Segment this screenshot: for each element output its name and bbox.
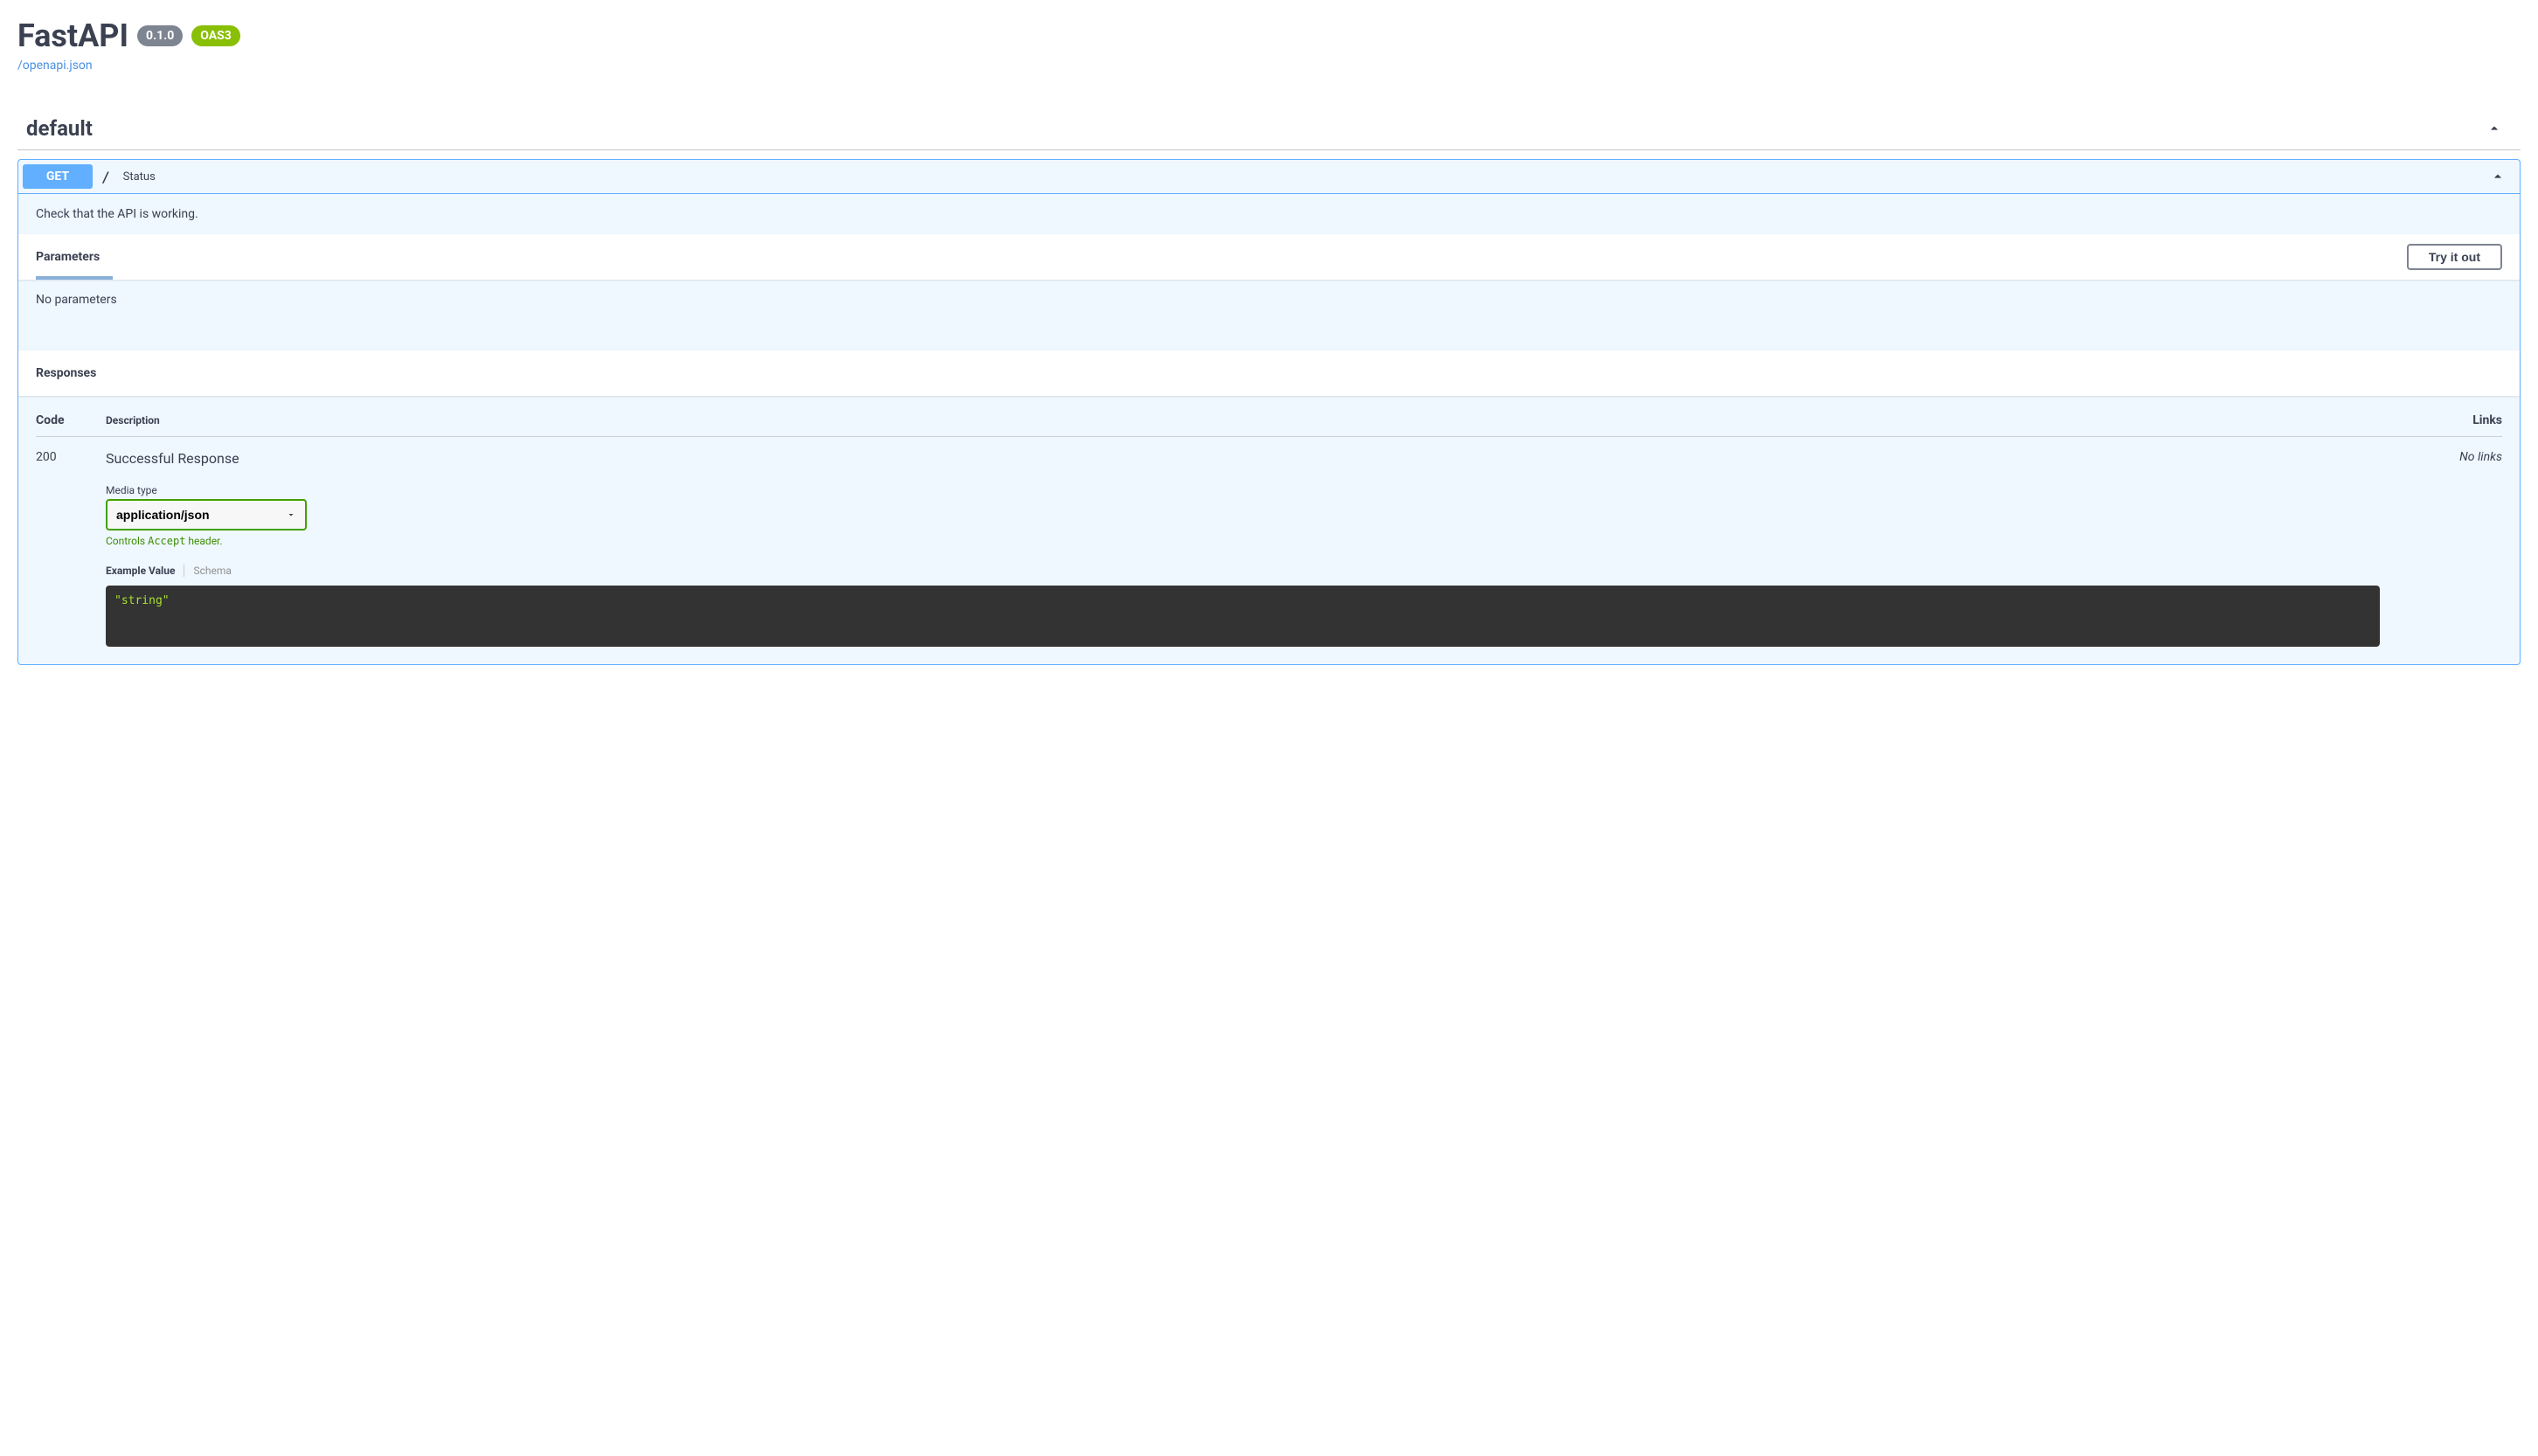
chevron-up-icon [2486, 120, 2503, 137]
operation-summary[interactable]: GET / Status [18, 160, 2520, 193]
operation-block: GET / Status Check that the API is worki… [17, 159, 2521, 665]
responses-title: Responses [36, 357, 96, 389]
tab-schema[interactable]: Schema [193, 565, 231, 577]
operation-body: Check that the API is working. Parameter… [18, 193, 2520, 664]
response-description-text: Successful Response [106, 450, 2432, 467]
media-type-label: Media type [106, 484, 2432, 496]
response-description: Successful Response Media type applicati… [106, 450, 2432, 647]
operation-path: / [101, 169, 110, 185]
accept-header-hint: Controls Accept header. [106, 535, 2432, 547]
col-description-header: Description [106, 414, 2432, 426]
response-row: 200 Successful Response Media type appli… [36, 437, 2502, 647]
col-links-header: Links [2432, 413, 2502, 427]
version-badge: 0.1.0 [137, 25, 183, 46]
operation-description: Check that the API is working. [18, 194, 2520, 234]
operation-summary-text: Status [123, 170, 156, 184]
parameters-title: Parameters [36, 241, 100, 273]
chevron-up-icon [2489, 168, 2507, 185]
spec-link[interactable]: /openapi.json [17, 59, 93, 73]
example-tabs: Example Value Schema [106, 565, 2432, 577]
response-links: No links [2432, 450, 2502, 647]
title-row: FastAPI 0.1.0 OAS3 [17, 17, 2521, 54]
try-it-out-button[interactable]: Try it out [2407, 244, 2502, 270]
method-badge-get: GET [23, 164, 93, 189]
hint-pre: Controls [106, 535, 148, 547]
parameters-header: Parameters Try it out [18, 234, 2520, 280]
api-header: FastAPI 0.1.0 OAS3 /openapi.json [17, 17, 2521, 73]
response-code: 200 [36, 450, 106, 647]
responses-header: Responses [18, 350, 2520, 396]
tag-header[interactable]: default [17, 107, 2521, 150]
tag-section: default GET / Status Check that the API … [17, 107, 2521, 665]
media-type-select[interactable]: application/json [106, 499, 307, 530]
example-code-block: "string" [106, 586, 2380, 647]
col-code-header: Code [36, 413, 106, 427]
responses-table-header: Code Description Links [36, 413, 2502, 437]
api-title: FastAPI [17, 17, 128, 54]
hint-post: header. [185, 535, 222, 547]
no-parameters-text: No parameters [18, 280, 2520, 350]
oas-badge: OAS3 [191, 25, 240, 46]
responses-body: Code Description Links 200 Successful Re… [18, 396, 2520, 664]
tag-name: default [26, 116, 93, 141]
hint-code: Accept [148, 535, 185, 547]
tab-example-value[interactable]: Example Value [106, 565, 175, 577]
